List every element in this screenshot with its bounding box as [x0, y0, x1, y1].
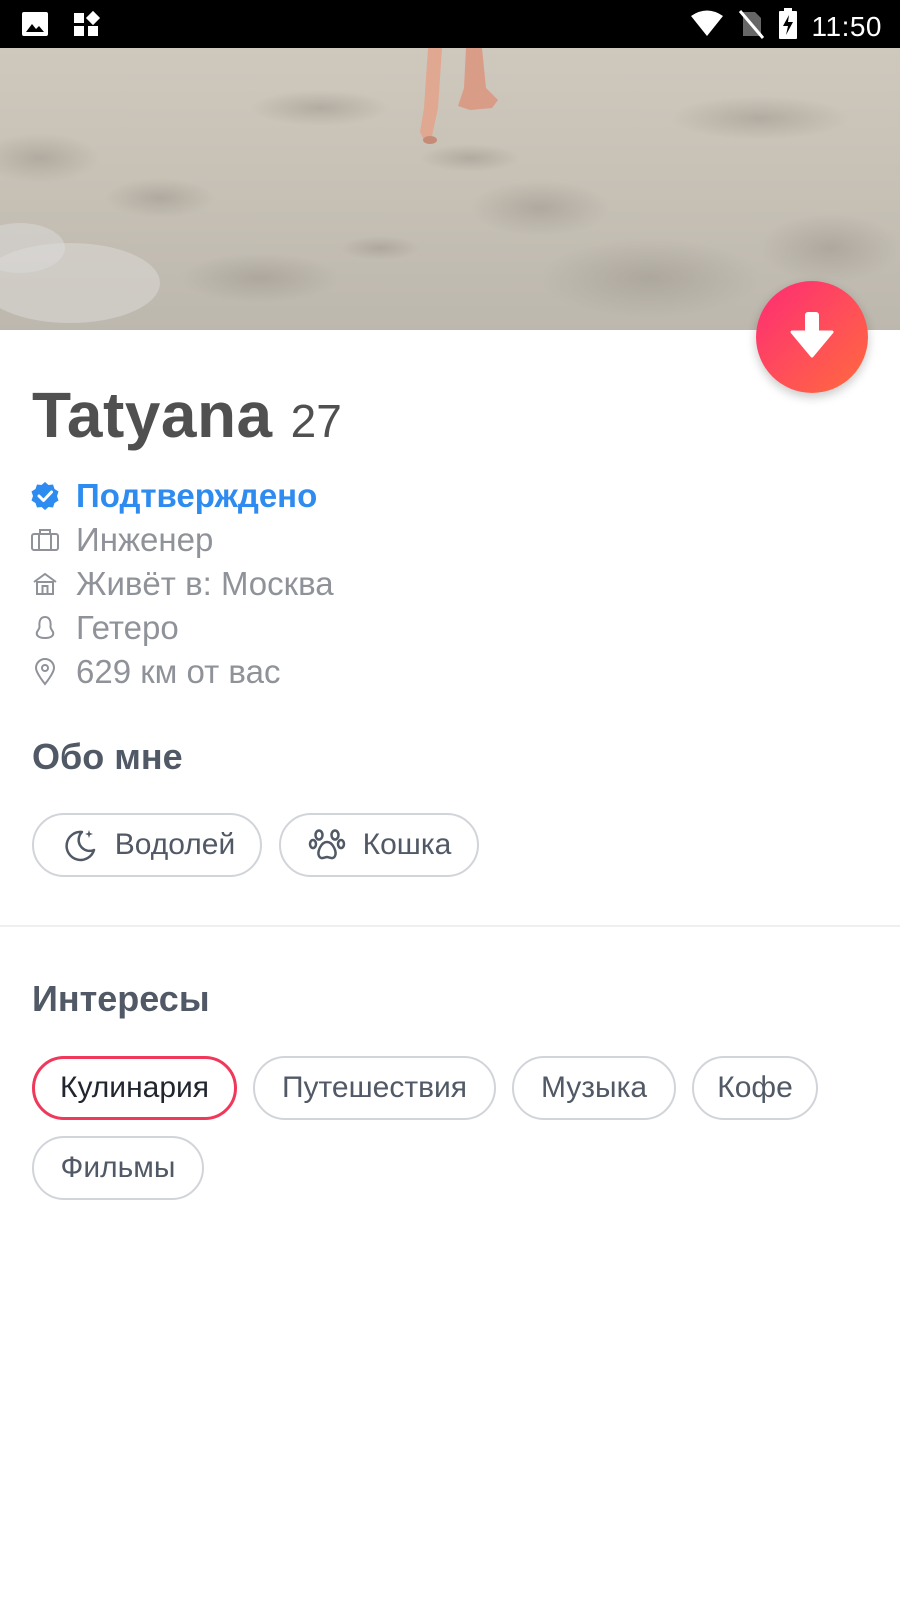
interest-chip-label: Музыка: [540, 1071, 648, 1104]
orientation-text: Гетеро: [76, 609, 179, 646]
arrow-down-icon: [790, 310, 834, 365]
interest-chip-travel[interactable]: Путешествия: [253, 1056, 496, 1120]
location-pin-icon: [30, 657, 60, 687]
moon-stars-icon: [59, 825, 99, 865]
location-row: Живёт в: Москва: [30, 562, 334, 606]
home-icon: [30, 569, 60, 599]
about-title: Обо мне: [32, 736, 183, 777]
interest-chip-movies[interactable]: Фильмы: [32, 1136, 204, 1200]
interest-chip-label: Фильмы: [60, 1151, 176, 1184]
profile-age: 27: [290, 395, 342, 447]
profile-name: Tatyana: [32, 379, 273, 451]
widgets-icon: [72, 10, 102, 43]
interest-chip-music[interactable]: Музыка: [512, 1056, 676, 1120]
verified-badge-icon: [30, 481, 60, 511]
distance-row: 629 км от вас: [30, 650, 334, 694]
about-chip-label: Кошка: [362, 828, 452, 861]
interest-chip-label: Кофе: [717, 1071, 793, 1104]
interests-title: Интересы: [32, 978, 210, 1019]
no-sim-icon: [738, 9, 764, 44]
profile-header: Tatyana 27: [32, 378, 342, 452]
profile-photo[interactable]: [0, 48, 900, 330]
briefcase-icon: [30, 525, 60, 555]
gallery-icon: [20, 10, 50, 43]
interest-chip-label: Кулинария: [59, 1071, 210, 1104]
clock: 11:50: [811, 10, 882, 42]
about-chip-label: Водолей: [114, 828, 236, 861]
wifi-icon: [690, 10, 724, 43]
interest-chip-label: Путешествия: [281, 1071, 468, 1104]
about-chip-zodiac[interactable]: Водолей: [32, 813, 262, 877]
job-text: Инженер: [76, 521, 214, 558]
paw-icon: [307, 825, 347, 865]
interest-chip-coffee[interactable]: Кофе: [692, 1056, 818, 1120]
status-bar: 11:50: [0, 0, 900, 48]
job-row: Инженер: [30, 518, 334, 562]
lives-in-text: Живёт в: Москва: [76, 565, 334, 602]
section-divider: [0, 925, 900, 927]
collapse-profile-button[interactable]: [756, 281, 868, 393]
distance-text: 629 км от вас: [76, 653, 281, 690]
profile-info: Подтверждено Инженер Живёт в: Москва Гет…: [30, 474, 334, 694]
about-chip-pet[interactable]: Кошка: [279, 813, 479, 877]
orientation-row: Гетеро: [30, 606, 334, 650]
battery-charging-icon: [778, 8, 798, 45]
person-icon: [30, 613, 60, 643]
verified-label: Подтверждено: [76, 477, 318, 514]
verified-row: Подтверждено: [30, 474, 334, 518]
interest-chip-cooking[interactable]: Кулинария: [32, 1056, 237, 1120]
